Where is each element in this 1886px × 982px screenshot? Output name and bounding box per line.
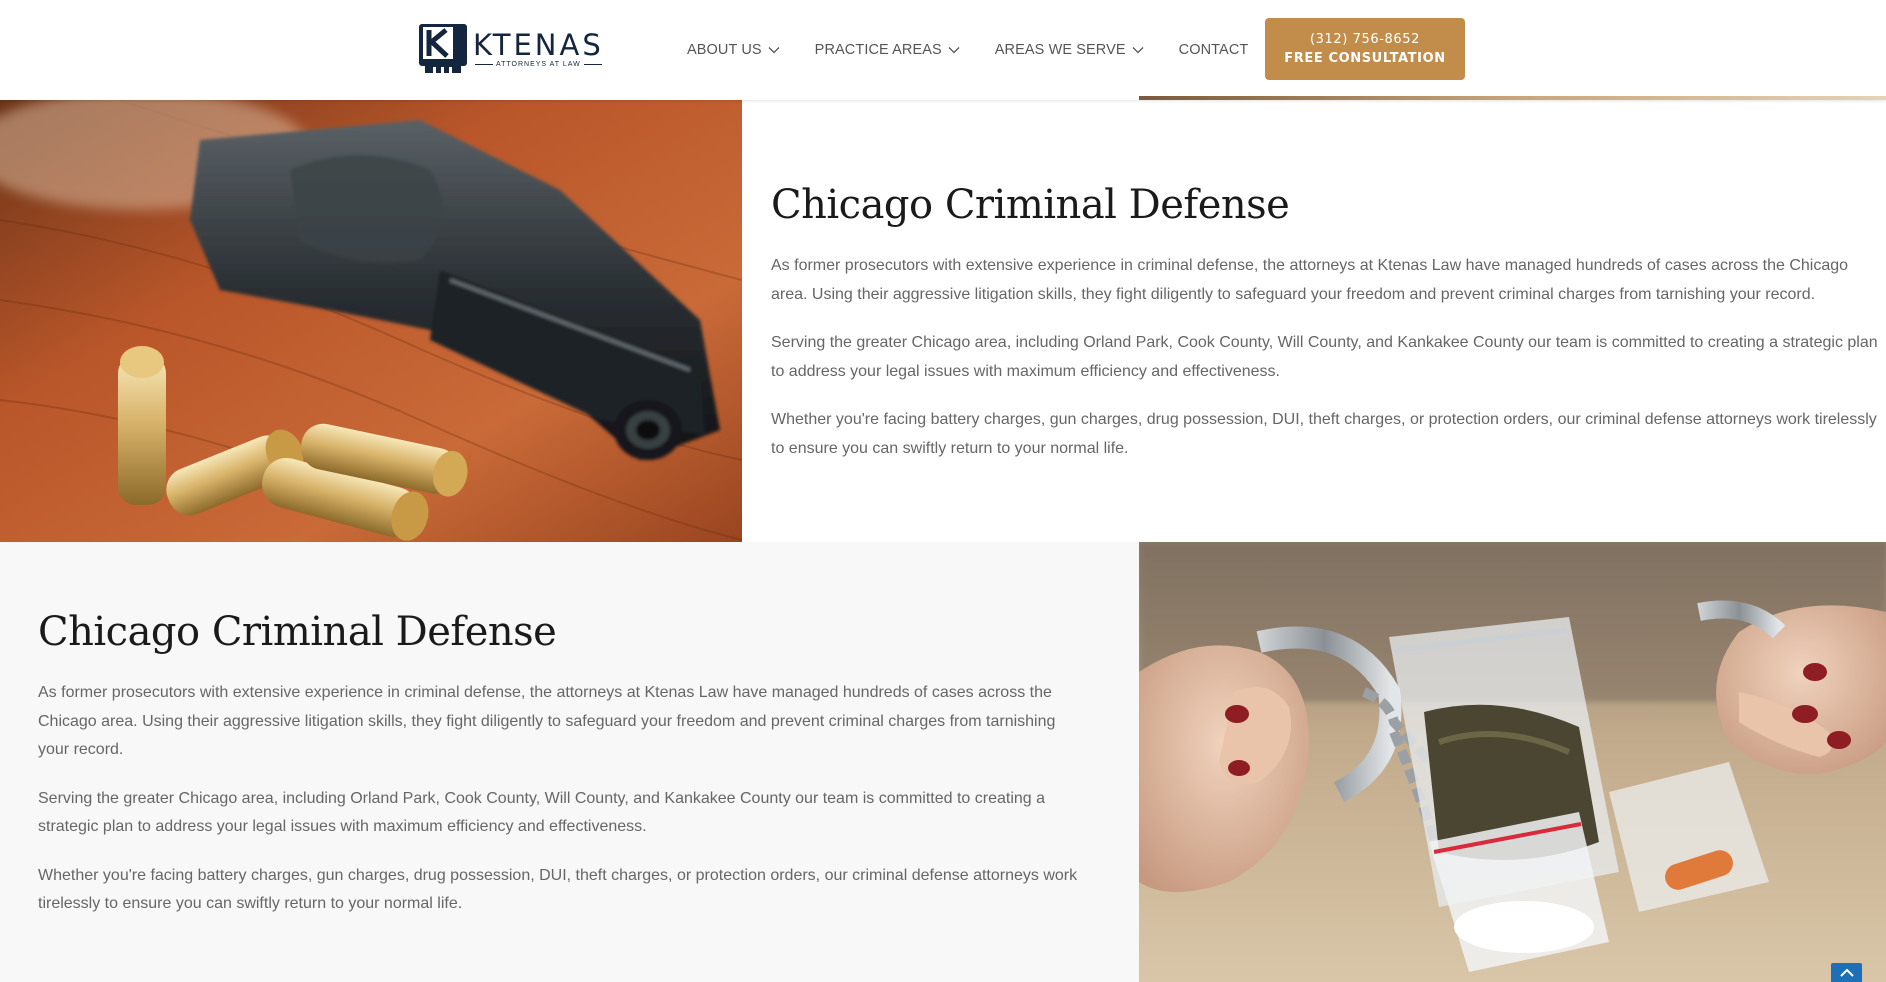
main-nav: ABOUT US PRACTICE AREAS AREAS WE SERVE C… <box>687 0 1283 100</box>
logo-mark-icon <box>419 24 467 74</box>
section2-title: Chicago Criminal Defense <box>38 609 557 655</box>
nav-contact[interactable]: CONTACT <box>1179 42 1249 58</box>
section1-paragraph-1: As former prosecutors with extensive exp… <box>771 257 1849 303</box>
site-logo[interactable]: KTENAS ATTORNEYS AT LAW <box>419 24 604 74</box>
section2-content: Chicago Criminal Defense As former prose… <box>38 607 1078 939</box>
nav-contact-label: CONTACT <box>1178 42 1249 58</box>
chevron-down-icon <box>768 47 780 54</box>
nav-practice-areas-label: PRACTICE AREAS <box>814 42 942 58</box>
free-consultation-button[interactable]: (312) 756-8652 FREE CONSULTATION <box>1265 18 1465 80</box>
section1-paragraph-3: Whether you're facing battery charges, g… <box>771 411 1877 457</box>
section1-paragraph-2: Serving the greater Chicago area, includ… <box>771 334 1878 380</box>
revolver-bullets-image <box>0 100 742 542</box>
logo-tagline-wrap: ATTORNEYS AT LAW <box>474 61 602 68</box>
chevron-down-icon <box>948 47 960 54</box>
nav-areas-we-serve-label: AREAS WE SERVE <box>994 42 1126 58</box>
logo-name: KTENAS <box>473 28 604 62</box>
nav-areas-we-serve[interactable]: AREAS WE SERVE <box>995 42 1144 58</box>
nav-about-us[interactable]: ABOUT US <box>687 42 780 58</box>
cta-label: FREE CONSULTATION <box>1284 51 1446 66</box>
section1-content: Chicago Criminal Defense As former prose… <box>771 180 1881 483</box>
logo-tagline: ATTORNEYS AT LAW <box>495 61 581 68</box>
site-header: KTENAS ATTORNEYS AT LAW ABOUT US PRACTIC… <box>0 0 1886 100</box>
cta-phone: (312) 756-8652 <box>1309 32 1421 47</box>
scroll-to-top-button[interactable] <box>1831 963 1862 982</box>
section2-paragraph-2: Serving the greater Chicago area, includ… <box>38 789 1046 836</box>
section2-paragraph-1: As former prosecutors with extensive exp… <box>38 684 1056 758</box>
handcuffs-drugs-image <box>1139 542 1886 982</box>
chevron-down-icon <box>1132 47 1144 54</box>
section2-paragraph-3: Whether you're facing battery charges, g… <box>38 866 1078 913</box>
nav-about-us-label: ABOUT US <box>687 42 762 58</box>
top-image-edge <box>1139 96 1886 100</box>
nav-practice-areas[interactable]: PRACTICE AREAS <box>815 42 960 58</box>
section1-title: Chicago Criminal Defense <box>771 182 1290 228</box>
chevron-up-icon <box>1839 968 1854 977</box>
